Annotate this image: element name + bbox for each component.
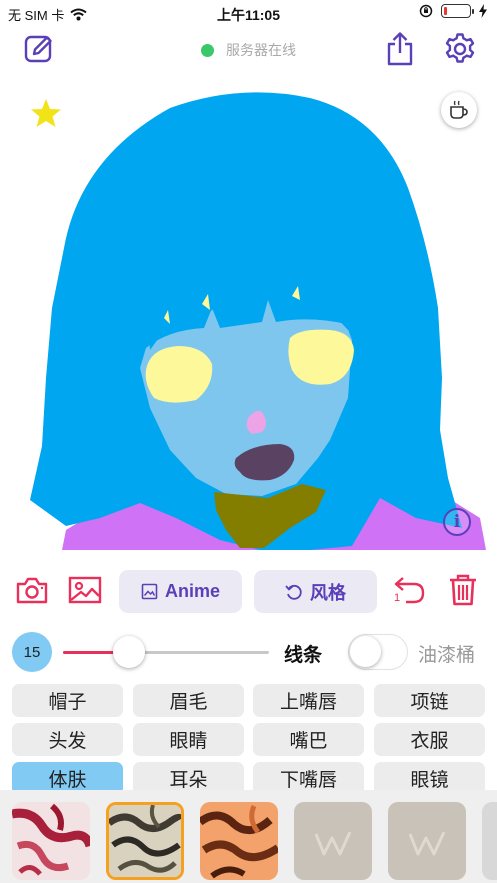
undo-count: 1 [394,592,401,604]
part-button[interactable]: 眼睛 [133,723,244,756]
server-status: 服务器在线 [0,40,497,60]
texture-thumbnail-selected[interactable] [106,802,184,880]
action-row: Anime 风格 1 [0,568,497,616]
part-button[interactable]: 嘴巴 [253,723,364,756]
orientation-lock-icon [419,4,433,18]
info-icon[interactable]: i [443,508,471,536]
slider-thumb[interactable] [112,636,145,668]
part-selector: 帽子 眉毛 上嘴唇 项链 头发 眼睛 嘴巴 衣服 体肤 耳朵 下嘴唇 眼镜 [0,684,497,790]
star-icon[interactable] [30,98,62,128]
gear-icon[interactable] [441,30,479,68]
status-bar: 无 SIM 卡 上午11:05 [0,0,497,26]
part-button[interactable]: 眉毛 [133,684,244,717]
camera-icon[interactable] [14,572,50,608]
part-button[interactable]: 体肤 [12,762,123,790]
server-status-dot [201,43,214,57]
texture-thumbnail-placeholder[interactable] [388,802,466,880]
share-icon[interactable] [381,30,419,68]
texture-thumbnail[interactable] [482,802,497,880]
rotate-icon [285,584,302,600]
charging-icon [479,4,487,18]
style-button[interactable]: 风格 [254,570,377,613]
brush-size-slider[interactable] [63,651,269,654]
coffee-cup-icon[interactable] [441,92,477,128]
anime-button[interactable]: Anime [119,570,242,613]
part-button[interactable]: 帽子 [12,684,123,717]
trash-icon[interactable] [445,572,481,608]
texture-strip [0,790,497,883]
image-gallery-icon[interactable] [67,572,103,608]
part-button[interactable]: 上嘴唇 [253,684,364,717]
sketch-drawing [30,92,486,550]
drawing-canvas[interactable]: i [0,78,497,552]
texture-thumbnail-placeholder[interactable] [294,802,372,880]
anime-button-label: Anime [164,581,220,601]
battery-icon [441,4,474,18]
part-button[interactable]: 眼镜 [374,762,485,790]
part-button[interactable]: 下嘴唇 [253,762,364,790]
server-status-label: 服务器在线 [226,42,296,58]
toggle-knob [350,636,381,667]
photo-icon [141,583,158,600]
texture-thumbnail[interactable] [200,802,278,880]
brush-settings: 15 线条 油漆桶 [0,630,497,676]
top-toolbar: 服务器在线 [0,26,497,72]
part-button[interactable]: 项链 [374,684,485,717]
part-button[interactable]: 头发 [12,723,123,756]
style-button-label: 风格 [310,582,346,603]
part-button[interactable]: 耳朵 [133,762,244,790]
fill-bucket-toggle[interactable] [348,634,408,670]
texture-thumbnail[interactable] [12,802,90,880]
part-button[interactable]: 衣服 [374,723,485,756]
fill-bucket-label: 油漆桶 [418,645,476,666]
brush-size-badge: 15 [12,632,52,672]
line-mode-label: 线条 [284,645,323,666]
